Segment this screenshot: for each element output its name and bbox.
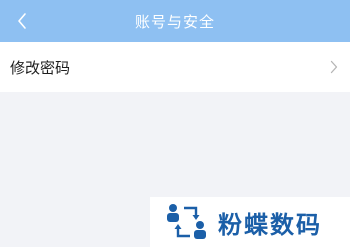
change-password-label: 修改密码 [10,58,71,77]
change-password-item[interactable]: 修改密码 [0,42,350,92]
back-button[interactable] [10,9,34,33]
nav-header: 账号与安全 [0,0,350,42]
watermark: 粉蝶数码 [150,197,350,247]
chevron-right-icon [330,60,338,74]
settings-list: 修改密码 [0,42,350,92]
account-security-screen: 账号与安全 修改密码 粉蝶数码 [0,0,350,247]
chevron-left-icon [18,13,26,29]
people-exchange-logo [167,204,206,239]
page-title: 账号与安全 [134,12,215,31]
watermark-text: 粉蝶数码 [218,210,322,239]
